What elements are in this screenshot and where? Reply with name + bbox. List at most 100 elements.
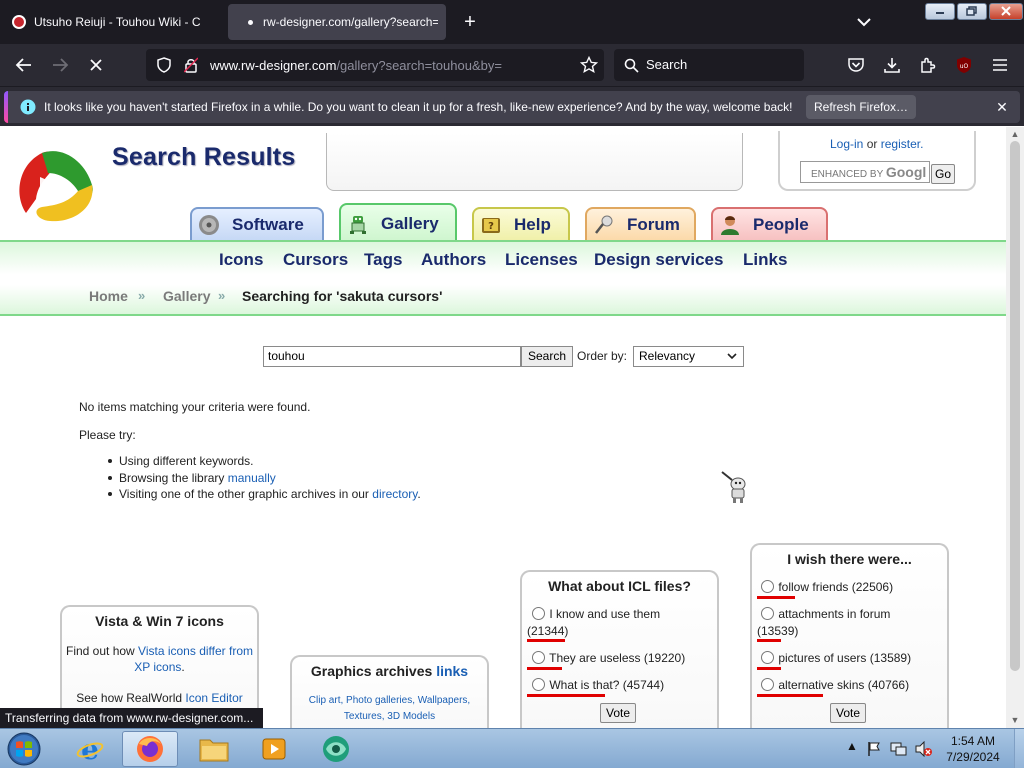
menu-authors[interactable]: Authors — [421, 250, 486, 270]
scroll-up-arrow-icon[interactable]: ▲ — [1010, 129, 1020, 139]
poll-option[interactable]: follow friends (22506) — [761, 580, 893, 594]
graphics-links-link[interactable]: links — [436, 663, 468, 679]
close-notification-icon[interactable]: ✕ — [992, 97, 1012, 117]
breadcrumb-gallery[interactable]: Gallery — [163, 288, 210, 304]
list-item: Browsing the library manually — [108, 471, 421, 488]
list-all-tabs-chevron-down-icon[interactable] — [852, 12, 876, 32]
bookmark-star-icon[interactable] — [580, 56, 598, 74]
order-by-select[interactable]: Relevancy — [633, 346, 744, 367]
close-window-button[interactable] — [989, 3, 1023, 20]
stop-loading-button[interactable] — [82, 52, 110, 78]
app-menu-button[interactable] — [986, 52, 1014, 78]
chevron-down-icon — [727, 353, 737, 360]
textures-link[interactable]: Textures — [344, 711, 382, 722]
tab-software[interactable]: Software — [190, 207, 324, 241]
start-button-windows-icon[interactable] — [4, 731, 44, 767]
gallery-search-input[interactable]: touhou — [263, 346, 521, 367]
poll-option[interactable]: attachments in forum — [761, 607, 890, 621]
tab-gallery[interactable]: Gallery — [339, 203, 457, 243]
google-site-search-input[interactable]: ENHANCED BY Googl — [800, 161, 930, 183]
header-banner-panel — [326, 133, 743, 191]
breadcrumb-home[interactable]: Home — [89, 288, 128, 304]
scrollbar-thumb[interactable] — [1010, 141, 1020, 671]
folder-icon — [199, 739, 229, 762]
menu-tags[interactable]: Tags — [364, 250, 402, 270]
box-title: Graphics archives links — [292, 663, 487, 679]
show-hidden-icons-icon[interactable]: ▲ — [846, 739, 858, 753]
system-clock[interactable]: 1:54 AM 7/29/2024 — [942, 733, 1004, 765]
rw-designer-logo[interactable] — [12, 143, 98, 225]
login-or-text: or — [866, 137, 878, 151]
downloads-button[interactable] — [878, 52, 906, 78]
gallery-search-button[interactable]: Search — [521, 346, 573, 367]
menu-cursors[interactable]: Cursors — [283, 250, 348, 270]
ublock-origin-button[interactable]: uO — [950, 52, 978, 78]
clip-art-link[interactable]: Clip art — [309, 695, 341, 706]
tab-people[interactable]: People — [711, 207, 828, 241]
tracking-shield-icon[interactable] — [156, 57, 172, 73]
wish-vote-button[interactable]: Vote — [830, 703, 866, 723]
tab-rw-designer[interactable]: rw-designer.com/gallery?search= — [228, 4, 446, 40]
action-center-flag-icon[interactable] — [866, 741, 882, 757]
tab-help[interactable]: ? Help — [472, 207, 570, 241]
taskbar-media-player[interactable] — [246, 731, 302, 767]
cd-disc-icon — [199, 215, 219, 235]
photo-galleries-link[interactable]: Photo galleries — [346, 695, 412, 706]
radio-button[interactable] — [761, 651, 774, 664]
poll-option[interactable]: They are useless (19220) — [532, 651, 685, 665]
box-text: See how RealWorld Icon Editor — [62, 691, 257, 705]
manually-link[interactable]: manually — [228, 471, 276, 485]
new-tab-button[interactable]: + — [458, 10, 482, 34]
menu-design-services[interactable]: Design services — [594, 250, 723, 270]
show-desktop-button[interactable] — [1014, 729, 1024, 768]
taskbar-firefox[interactable] — [122, 731, 178, 767]
radio-button[interactable] — [761, 580, 774, 593]
search-bar[interactable]: Search — [614, 49, 804, 81]
box-title-text: Graphics archives — [310, 663, 437, 679]
url-text: www.rw-designer.com/gallery?search=touho… — [210, 58, 502, 73]
menu-links[interactable]: Links — [743, 250, 787, 270]
pocket-button[interactable] — [842, 52, 870, 78]
directory-link[interactable]: directory — [372, 487, 417, 501]
menu-licenses[interactable]: Licenses — [505, 250, 578, 270]
icon-editor-link[interactable]: Icon Editor — [185, 691, 242, 705]
3d-models-link[interactable]: 3D Models — [387, 711, 435, 722]
radio-button[interactable] — [532, 678, 545, 691]
forward-button[interactable] — [46, 52, 74, 78]
poll-option[interactable]: pictures of users (13589) — [761, 651, 911, 665]
radio-button[interactable] — [761, 607, 774, 620]
poll-option[interactable]: alternative skins (40766) — [761, 678, 909, 692]
poll-option[interactable]: What is that? (45744) — [532, 678, 664, 692]
insecure-lock-icon[interactable] — [184, 57, 198, 73]
tab-forum[interactable]: Forum — [585, 207, 696, 241]
vista-icons-link[interactable]: Vista icons differ from XP icons — [134, 644, 253, 674]
radio-button[interactable] — [532, 651, 545, 664]
register-link[interactable]: register. — [881, 137, 924, 151]
poll-option[interactable]: I know and use them — [532, 607, 660, 621]
google-go-button[interactable]: Go — [931, 164, 955, 184]
radio-button[interactable] — [532, 607, 545, 620]
address-bar[interactable]: www.rw-designer.com/gallery?search=touho… — [146, 49, 604, 81]
restore-button[interactable] — [957, 3, 987, 20]
no-results-text: No items matching your criteria were fou… — [79, 400, 311, 414]
scroll-down-arrow-icon[interactable]: ▼ — [1010, 715, 1020, 725]
volume-muted-icon[interactable] — [914, 741, 932, 757]
network-icon[interactable] — [890, 741, 908, 757]
page-scrollbar[interactable]: ▲ ▼ — [1006, 127, 1024, 728]
login-link[interactable]: Log-in — [830, 137, 863, 151]
tab-touhou-wiki[interactable]: Utsuho Reiuji - Touhou Wiki - C — [4, 4, 220, 40]
wallpapers-link[interactable]: Wallpapers — [418, 695, 468, 706]
taskbar-internet-explorer[interactable]: e — [62, 731, 118, 767]
menu-icons[interactable]: Icons — [219, 250, 263, 270]
extensions-button[interactable] — [914, 52, 942, 78]
pocket-icon — [848, 58, 864, 72]
minimize-button[interactable] — [925, 3, 955, 20]
icl-vote-button[interactable]: Vote — [600, 703, 636, 723]
taskbar-app[interactable] — [308, 731, 364, 767]
radio-button[interactable] — [761, 678, 774, 691]
svg-text:?: ? — [488, 221, 494, 232]
order-by-label: Order by: — [577, 349, 628, 363]
back-button[interactable] — [10, 52, 38, 78]
taskbar-file-explorer[interactable] — [186, 731, 242, 767]
refresh-firefox-button[interactable]: Refresh Firefox… — [806, 95, 916, 119]
